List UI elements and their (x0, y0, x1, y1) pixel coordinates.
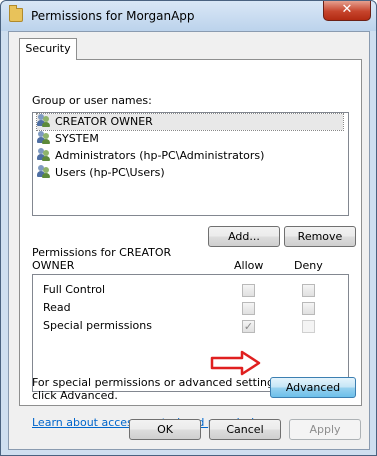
advanced-button[interactable]: Advanced (270, 377, 356, 398)
list-item-label: CREATOR OWNER (55, 115, 153, 128)
deny-column-header: Deny (294, 259, 323, 272)
list-item-label: SYSTEM (55, 132, 99, 145)
perm-full-control-label: Full Control (43, 283, 106, 296)
close-button[interactable]: ✕ (323, 1, 371, 21)
dialog-body: Security Group or user names: CREATOR OW… (8, 31, 370, 450)
add-button[interactable]: Add... (208, 226, 280, 247)
title-bar[interactable]: Permissions for MorganApp ✕ (1, 1, 376, 31)
users-icon (37, 148, 51, 161)
users-icon (37, 165, 51, 178)
full-control-allow-checkbox[interactable] (242, 284, 255, 297)
window-title: Permissions for MorganApp (31, 9, 195, 23)
group-names-label: Group or user names: (32, 94, 152, 107)
permissions-list: Full Control Read Special permissions ✓ (32, 274, 349, 392)
group-user-list[interactable]: CREATOR OWNER SYSTEM Administrators (hp-… (32, 112, 349, 216)
users-icon (37, 114, 51, 127)
full-control-deny-checkbox[interactable] (302, 284, 315, 297)
apply-button[interactable]: Apply (289, 419, 361, 440)
cancel-button[interactable]: Cancel (209, 419, 281, 440)
ok-button[interactable]: OK (129, 419, 201, 440)
red-arrow-icon (210, 350, 261, 376)
read-allow-checkbox[interactable] (242, 302, 255, 315)
allow-column-header: Allow (234, 259, 264, 272)
special-note-line1: For special permissions or advanced sett… (32, 376, 284, 389)
folder-icon (9, 5, 23, 22)
read-deny-checkbox[interactable] (302, 302, 315, 315)
permissions-heading: Permissions for CREATOR (32, 246, 172, 259)
special-allow-checkbox[interactable]: ✓ (242, 320, 255, 333)
security-tab-page: Group or user names: CREATOR OWNER SYSTE… (19, 59, 362, 429)
permissions-heading-line2: OWNER (32, 259, 75, 272)
special-note-line2: click Advanced. (32, 389, 118, 402)
perm-read-label: Read (43, 301, 71, 314)
tab-security[interactable]: Security (19, 38, 77, 60)
users-icon (37, 131, 51, 144)
perm-special-label: Special permissions (43, 319, 152, 332)
list-item[interactable]: SYSTEM (37, 131, 99, 147)
list-item[interactable]: CREATOR OWNER (36, 113, 344, 131)
list-item[interactable]: Users (hp-PC\Users) (37, 165, 165, 181)
special-deny-checkbox[interactable] (302, 320, 315, 333)
remove-button[interactable]: Remove (284, 226, 356, 247)
list-item-label: Users (hp-PC\Users) (55, 166, 165, 179)
permissions-window: Permissions for MorganApp ✕ Security Gro… (0, 0, 377, 456)
list-item-label: Administrators (hp-PC\Administrators) (55, 149, 265, 162)
list-item[interactable]: Administrators (hp-PC\Administrators) (37, 148, 264, 164)
